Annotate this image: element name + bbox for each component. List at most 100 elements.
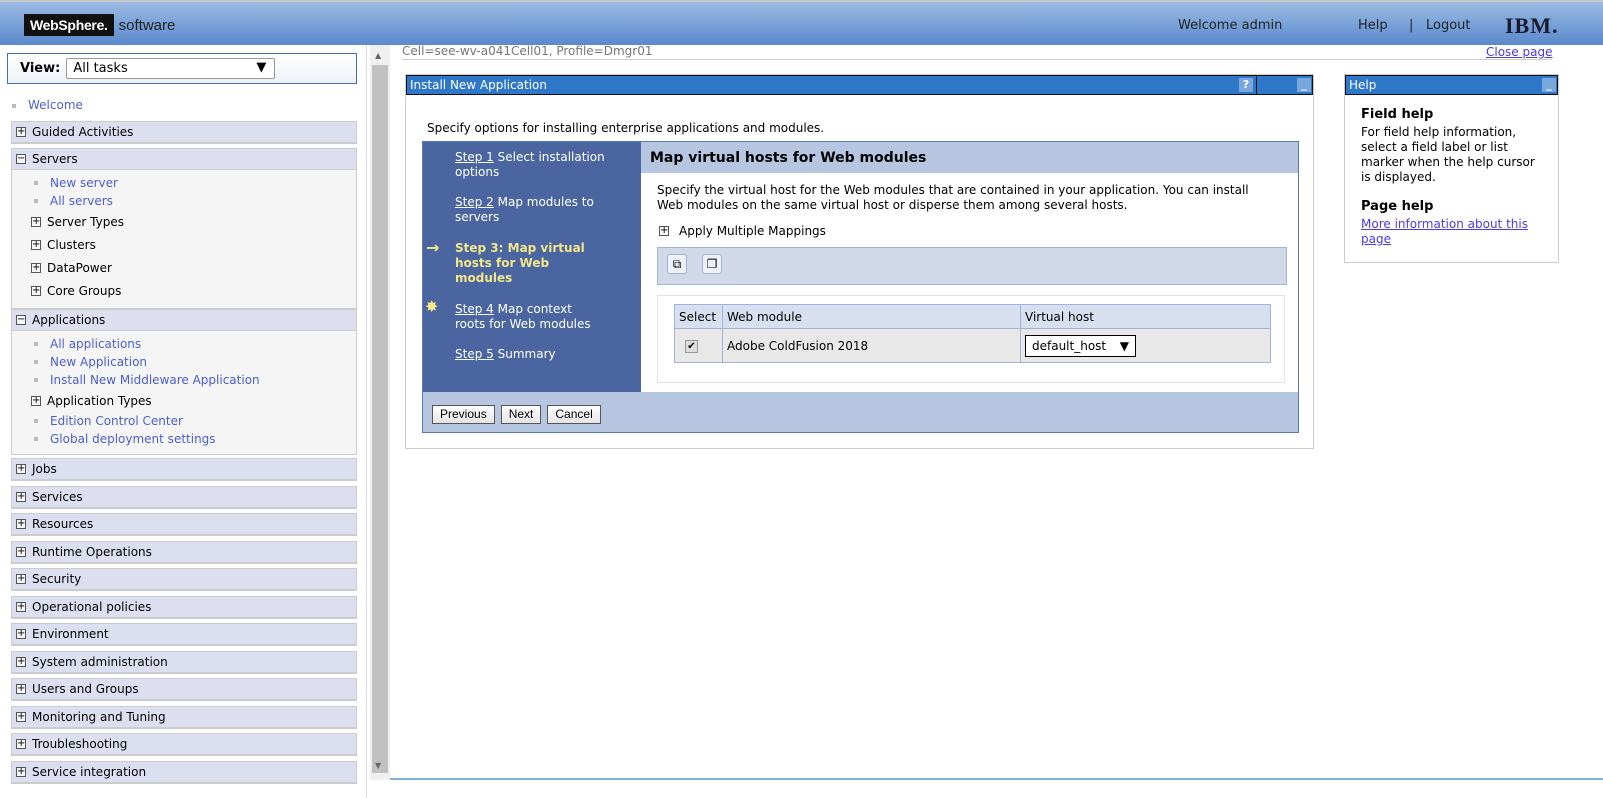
- install-application-panel: Install New Application ? _ Specify opti…: [405, 74, 1314, 449]
- sidebar-item[interactable]: Install New Middleware Application: [12, 371, 356, 389]
- apply-multiple-mappings-toggle[interactable]: + Apply Multiple Mappings: [659, 224, 826, 238]
- bullet-icon: [34, 419, 38, 423]
- section-header[interactable]: − Applications: [12, 310, 356, 331]
- sidebar-section-users-and-groups: + Users and Groups: [11, 678, 357, 701]
- expand-icon: +: [16, 518, 26, 529]
- page-help-title: Page help: [1361, 199, 1434, 214]
- section-header[interactable]: + Users and Groups: [12, 679, 356, 700]
- bullet-icon: [34, 181, 38, 185]
- help-icon[interactable]: ?: [1239, 78, 1253, 92]
- minimize-icon[interactable]: _: [1542, 78, 1556, 92]
- sidebar-item[interactable]: + Clusters: [12, 233, 356, 256]
- intro-text: Specify options for installing enterpris…: [427, 121, 825, 135]
- section-header[interactable]: + Environment: [12, 624, 356, 645]
- sidebar-section-troubleshooting: + Troubleshooting: [11, 733, 357, 756]
- separator: |: [1409, 18, 1414, 33]
- sidebar-scrollbar[interactable]: ▲ ▼: [370, 45, 390, 780]
- sidebar-section-applications: − Applications All applications New Applica…: [11, 309, 357, 455]
- expand-icon: +: [31, 261, 41, 273]
- section-header[interactable]: + Jobs: [12, 459, 356, 480]
- previous-button[interactable]: Previous: [432, 405, 495, 424]
- sidebar-item[interactable]: + Application Types: [12, 389, 356, 412]
- view-dropdown[interactable]: All tasks ▼: [66, 58, 276, 79]
- dropdown-arrow-icon: ▼: [256, 60, 267, 75]
- sidebar-section-services: + Services: [11, 485, 357, 509]
- ibm-logo: IBM.: [1505, 13, 1559, 38]
- bullet-icon: [34, 342, 38, 346]
- view-selector: View: All tasks ▼: [7, 53, 357, 84]
- sidebar-item[interactable]: All servers: [12, 192, 356, 210]
- scrollbar-thumb[interactable]: [372, 65, 388, 773]
- section-header[interactable]: + Security: [12, 569, 356, 590]
- expand-icon: +: [16, 573, 26, 584]
- select-all-icon[interactable]: ⧉: [667, 254, 687, 274]
- wizard-steps: Step 1 Select installation options Step …: [423, 142, 641, 392]
- sidebar-section-service-integration: + Service integration: [11, 760, 357, 784]
- status-bar: [390, 778, 1603, 798]
- section-header[interactable]: + Runtime Operations: [12, 541, 356, 563]
- section-header[interactable]: + Operational policies: [12, 596, 356, 618]
- welcome-link[interactable]: Welcome: [12, 98, 83, 112]
- websphere-logo: WebSphere. software: [24, 14, 175, 36]
- navigation-sidebar: View: All tasks ▼ Welcome + Guided Activit…: [0, 45, 367, 798]
- banner: WebSphere. software Welcome admin Help | …: [0, 0, 1603, 45]
- scroll-up-icon[interactable]: ▲: [375, 51, 381, 60]
- bullet-icon: [34, 378, 38, 382]
- bullet-icon: [34, 437, 38, 441]
- page-help-link[interactable]: More information about this page: [1361, 217, 1542, 247]
- cell-profile: Cell=see-wv-a041Cell01, Profile=Dmgr01: [402, 44, 653, 58]
- expand-icon: +: [16, 126, 26, 137]
- step-1-link[interactable]: Step 1 Select installation options: [455, 150, 635, 180]
- sidebar-section-monitoring-and-tuning: + Monitoring and Tuning: [11, 705, 357, 729]
- help-panel: Help _ Field help For field help informat…: [1344, 74, 1559, 263]
- section-header[interactable]: + Resources: [12, 514, 356, 535]
- bullet-icon: [34, 199, 38, 203]
- column-header: Web module: [722, 304, 1021, 329]
- sidebar-item[interactable]: New Application: [12, 353, 356, 371]
- sidebar-item[interactable]: Edition Control Center: [12, 412, 356, 430]
- sidebar-section-operational-policies: + Operational policies: [11, 595, 357, 619]
- sidebar-item[interactable]: New server: [12, 174, 356, 192]
- deselect-all-icon[interactable]: ❐: [702, 254, 722, 274]
- section-header[interactable]: − Servers: [12, 149, 356, 170]
- sidebar-section-system-administration: + System administration: [11, 650, 357, 674]
- expand-icon: +: [31, 215, 41, 227]
- expand-icon: +: [16, 765, 26, 777]
- collapse-icon: −: [16, 153, 26, 164]
- sidebar-item[interactable]: + DataPower: [12, 256, 356, 279]
- sidebar-item[interactable]: + Server Types: [12, 210, 356, 233]
- sidebar-section-resources: + Resources: [11, 513, 357, 536]
- scroll-down-icon[interactable]: ▼: [375, 761, 381, 770]
- section-header[interactable]: + System administration: [12, 651, 356, 673]
- row-select-checkbox[interactable]: ✔: [685, 340, 698, 353]
- section-header[interactable]: + Service integration: [12, 761, 356, 783]
- step-2-link[interactable]: Step 2 Map modules to servers: [455, 195, 595, 225]
- close-page-link[interactable]: Close page: [1486, 45, 1552, 59]
- expand-icon: +: [31, 238, 41, 250]
- virtual-host-dropdown[interactable]: default_host ▼: [1025, 334, 1136, 357]
- web-module-cell: Adobe ColdFusion 2018: [722, 328, 1021, 363]
- wizard: Step 1 Select installation options Step …: [422, 141, 1299, 433]
- column-header: Virtual host: [1020, 304, 1271, 329]
- table-row: ✔ Adobe ColdFusion 2018 default_host ▼: [674, 328, 1271, 363]
- section-header[interactable]: + Troubleshooting: [12, 734, 356, 755]
- bullet-icon: [34, 360, 38, 364]
- sidebar-item[interactable]: Global deployment settings: [12, 430, 356, 448]
- virtual-host-table: Select Web module Virtual host ✔ Adobe Col…: [674, 304, 1271, 363]
- help-link[interactable]: Help: [1358, 18, 1388, 33]
- cancel-button[interactable]: Cancel: [547, 405, 601, 424]
- sidebar-section-environment: + Environment: [11, 623, 357, 646]
- step-5-link[interactable]: Step 5 Summary: [455, 347, 635, 362]
- sidebar-item[interactable]: All applications: [12, 335, 356, 353]
- next-button[interactable]: Next: [500, 405, 542, 424]
- logout-link[interactable]: Logout: [1426, 18, 1471, 33]
- section-header[interactable]: + Services: [12, 486, 356, 508]
- section-header[interactable]: + Guided Activities: [12, 122, 356, 143]
- step-4-link[interactable]: Step 4 Map context roots for Web modules: [455, 302, 605, 332]
- section-header[interactable]: + Monitoring and Tuning: [12, 706, 356, 728]
- expand-icon: +: [16, 710, 26, 722]
- minimize-icon[interactable]: _: [1297, 78, 1311, 92]
- panel-title-bar: Install New Application ? _: [406, 75, 1313, 95]
- field-help-text: For field help information, select a fie…: [1361, 125, 1535, 184]
- sidebar-item[interactable]: + Core Groups: [12, 279, 356, 302]
